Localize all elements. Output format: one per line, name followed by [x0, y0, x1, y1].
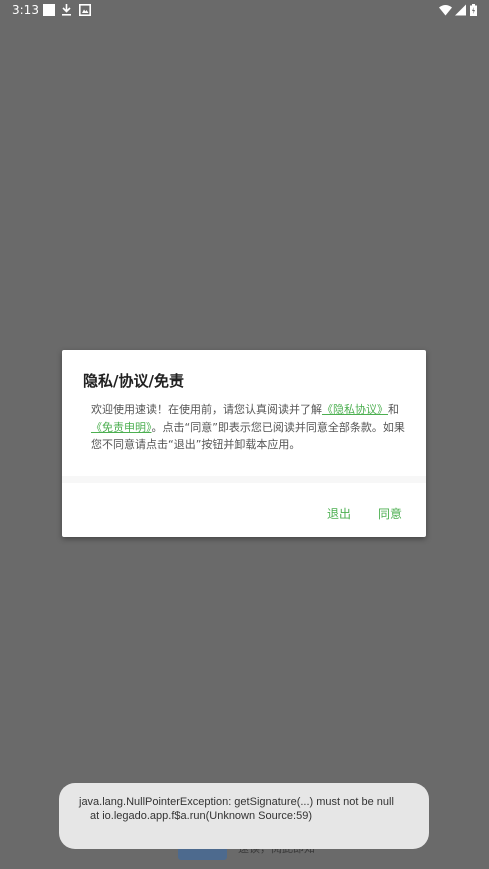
dialog-title: 隐私/协议/免责	[83, 372, 184, 390]
dialog-text-intro: 欢迎使用速读！在使用前，请您认真阅读并了解	[91, 403, 322, 416]
signal-icon	[455, 4, 466, 16]
notification-square-icon	[43, 4, 55, 16]
error-toast: java.lang.NullPointerException: getSigna…	[59, 783, 429, 849]
exit-button[interactable]: 退出	[327, 505, 351, 522]
dialog-text-and: 和	[388, 403, 399, 416]
privacy-policy-link[interactable]: 《隐私协议》	[322, 403, 388, 416]
dialog-message: 欢迎使用速读！在使用前，请您认真阅读并了解《隐私协议》和《免责申明》。点击“同意…	[91, 401, 409, 454]
status-bar: 3:13	[0, 0, 489, 22]
agree-button[interactable]: 同意	[378, 505, 402, 522]
battery-icon	[470, 4, 477, 16]
photo-icon	[79, 4, 91, 16]
dialog-divider	[62, 476, 426, 483]
disclaimer-link[interactable]: 《免责申明》	[91, 421, 152, 434]
toast-message-line1: java.lang.NullPointerException: getSigna…	[79, 796, 394, 808]
privacy-dialog: 隐私/协议/免责 欢迎使用速读！在使用前，请您认真阅读并了解《隐私协议》和《免责…	[62, 350, 426, 537]
download-icon	[62, 4, 71, 16]
wifi-icon	[439, 5, 452, 16]
status-time: 3:13	[12, 3, 39, 17]
toast-message-line2: at io.legado.app.f$a.run(Unknown Source:…	[90, 810, 312, 822]
